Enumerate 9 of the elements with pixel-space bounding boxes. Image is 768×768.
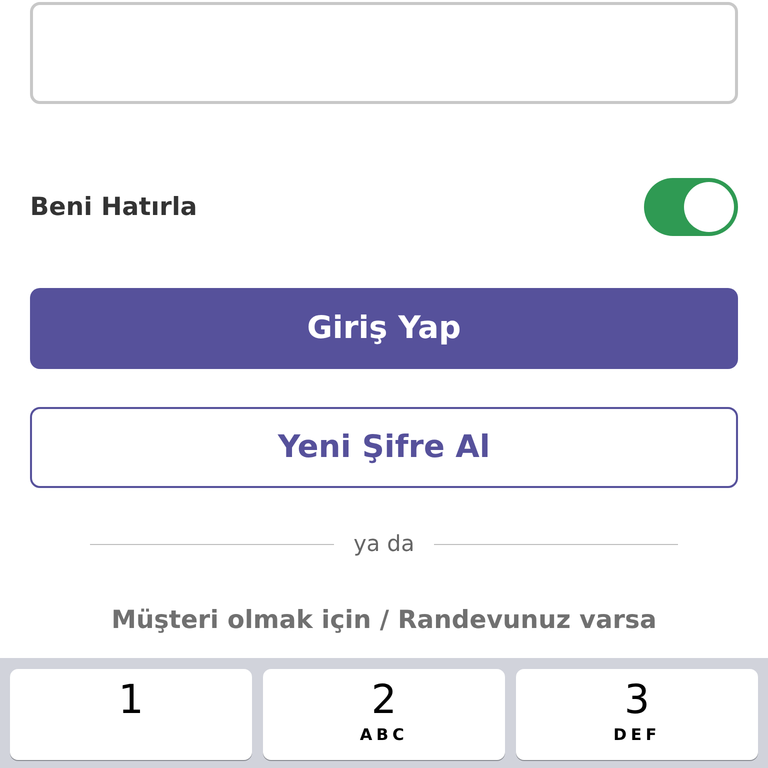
divider-label: ya da (354, 531, 414, 559)
new-password-button[interactable]: Yeni Şifre Al (30, 407, 738, 488)
login-button[interactable]: Giriş Yap (30, 288, 738, 369)
keypad-key[interactable]: 3 DEF (516, 669, 758, 760)
text-input-field[interactable] (30, 2, 738, 104)
remember-me-label: Beni Hatırla (30, 191, 198, 224)
keypad-key[interactable]: 1 (10, 669, 252, 760)
keypad-key[interactable]: 2 ABC (263, 669, 505, 760)
customer-info-text: Müşteri olmak için / Randevunuz varsa (111, 604, 657, 636)
